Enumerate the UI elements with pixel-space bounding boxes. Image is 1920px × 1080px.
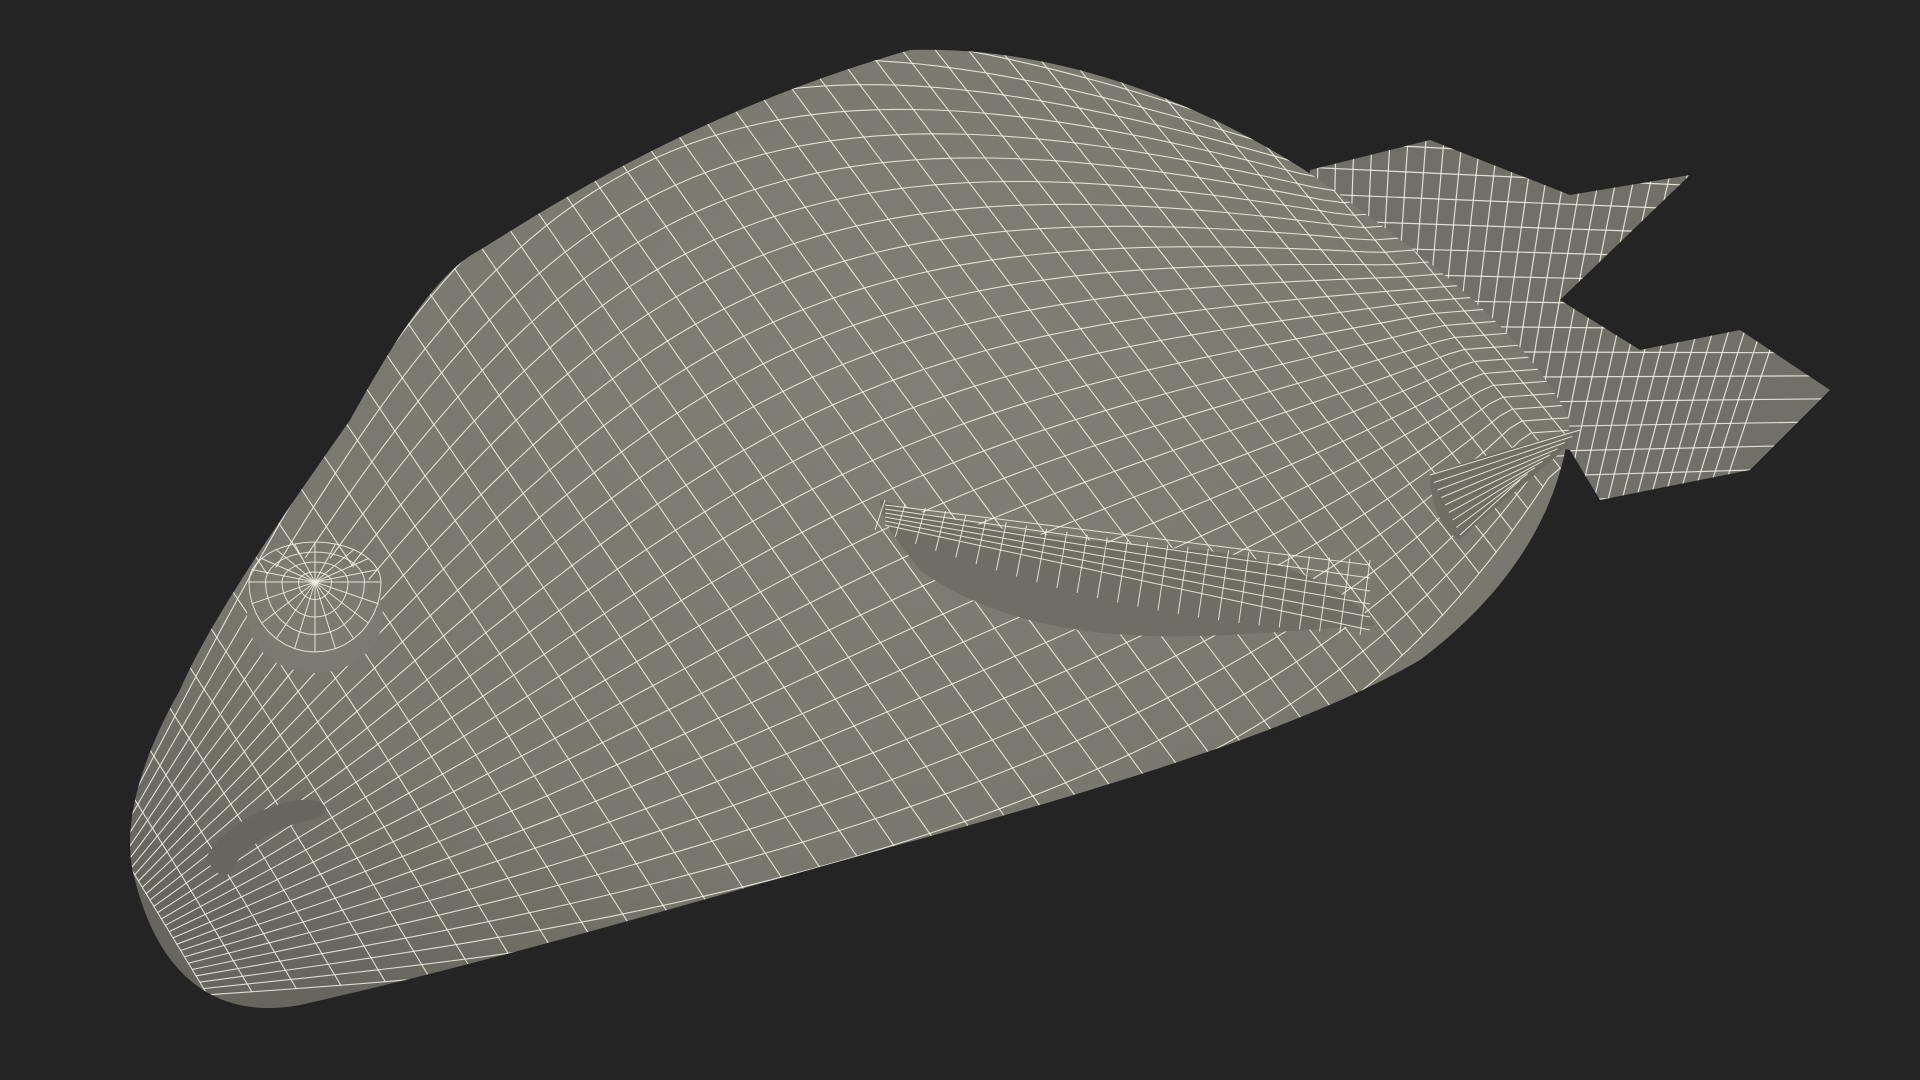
render-viewport — [0, 0, 1920, 1080]
mesh-edge — [1719, 140, 1830, 500]
wireframe-render — [130, 49, 1830, 1009]
